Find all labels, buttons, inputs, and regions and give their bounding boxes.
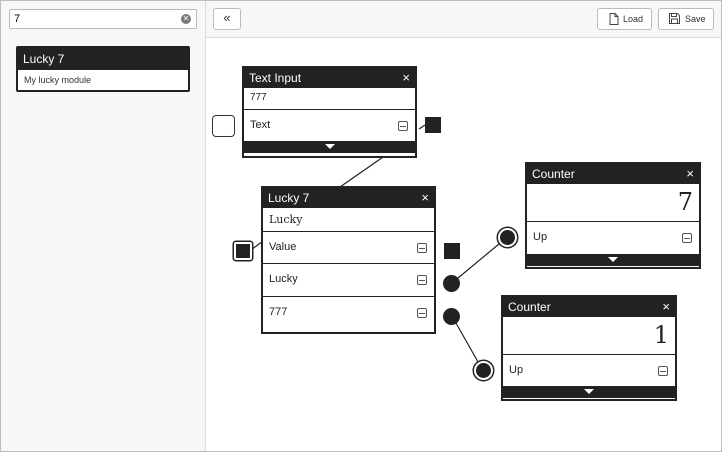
- double-chevron-left-icon: «: [223, 10, 231, 25]
- collapse-row-icon[interactable]: [417, 243, 427, 253]
- close-icon[interactable]: ×: [662, 297, 670, 317]
- expand-triangle-icon: [608, 257, 618, 262]
- node-text-input[interactable]: Text Input × 777 Text: [242, 66, 417, 158]
- collapse-sidebar-button[interactable]: «: [213, 8, 241, 30]
- load-button[interactable]: Load: [597, 8, 652, 30]
- node-header[interactable]: Lucky 7 ×: [263, 188, 434, 208]
- clear-search-icon[interactable]: ✕: [181, 14, 191, 24]
- node-row-up: Up: [527, 222, 699, 254]
- node-title: Lucky 7: [268, 191, 310, 205]
- module-card-description: My lucky module: [24, 75, 92, 85]
- toolbar: « Load Save: [206, 1, 721, 38]
- node-footer[interactable]: [503, 386, 675, 398]
- close-icon[interactable]: ×: [686, 164, 694, 184]
- node-value-field[interactable]: 777: [244, 88, 415, 110]
- node-header[interactable]: Counter ×: [503, 297, 675, 317]
- text-value: 777: [250, 92, 267, 103]
- close-icon[interactable]: ×: [402, 68, 410, 88]
- wire-777-to-counter-b: [451, 315, 483, 370]
- module-card-title: Lucky 7: [18, 48, 188, 70]
- node-title: Counter: [508, 300, 551, 314]
- node-header[interactable]: Counter ×: [527, 164, 699, 184]
- node-row-lucky: Lucky: [263, 264, 434, 297]
- output-port-value[interactable]: [444, 243, 460, 259]
- counter-value: 7: [527, 184, 699, 222]
- expand-triangle-icon: [324, 144, 335, 149]
- node-footer[interactable]: [527, 254, 699, 266]
- collapse-row-icon[interactable]: [417, 275, 427, 285]
- input-port-counter-a[interactable]: [498, 228, 517, 247]
- input-port-value[interactable]: [234, 242, 252, 260]
- node-header[interactable]: Text Input ×: [244, 68, 415, 88]
- save-button[interactable]: Save: [658, 8, 714, 30]
- output-port-777[interactable]: [443, 308, 460, 325]
- node-title: Counter: [532, 167, 575, 181]
- node-canvas[interactable]: Text Input × 777 Text Lucky 7 × Lucky Va…: [206, 38, 721, 451]
- counter-value: 1: [503, 317, 675, 355]
- output-port-text[interactable]: [425, 117, 441, 133]
- module-card-lucky7[interactable]: Lucky 7 My lucky module: [16, 46, 190, 92]
- document-icon: [609, 13, 619, 25]
- module-sidebar: ✕ Lucky 7 My lucky module: [1, 1, 206, 451]
- node-row-value: Value: [263, 232, 434, 264]
- save-label: Save: [685, 14, 706, 24]
- close-icon[interactable]: ×: [421, 188, 429, 208]
- wire-text-to-lucky: [339, 154, 387, 188]
- node-subtitle: Lucky: [263, 208, 434, 232]
- floppy-disk-icon: [669, 13, 680, 24]
- collapse-row-icon[interactable]: [682, 233, 692, 243]
- search-box: ✕: [9, 9, 197, 29]
- expand-triangle-icon: [584, 389, 594, 394]
- collapse-row-icon[interactable]: [417, 308, 427, 318]
- node-row-up: Up: [503, 355, 675, 386]
- node-footer[interactable]: [244, 141, 415, 153]
- load-label: Load: [623, 14, 644, 24]
- node-row-777: 777: [263, 297, 434, 329]
- input-port-counter-b[interactable]: [474, 361, 493, 380]
- node-row-text: Text: [244, 110, 415, 141]
- collapse-row-icon[interactable]: [398, 121, 408, 131]
- input-port-empty[interactable]: [212, 115, 235, 137]
- collapse-row-icon[interactable]: [658, 366, 668, 376]
- node-counter-a[interactable]: Counter × 7 Up: [525, 162, 701, 269]
- output-port-lucky[interactable]: [443, 275, 460, 292]
- node-title: Text Input: [249, 71, 302, 85]
- node-counter-b[interactable]: Counter × 1 Up: [501, 295, 677, 401]
- node-lucky7[interactable]: Lucky 7 × Lucky Value Lucky 777: [261, 186, 436, 334]
- search-input[interactable]: [14, 11, 174, 27]
